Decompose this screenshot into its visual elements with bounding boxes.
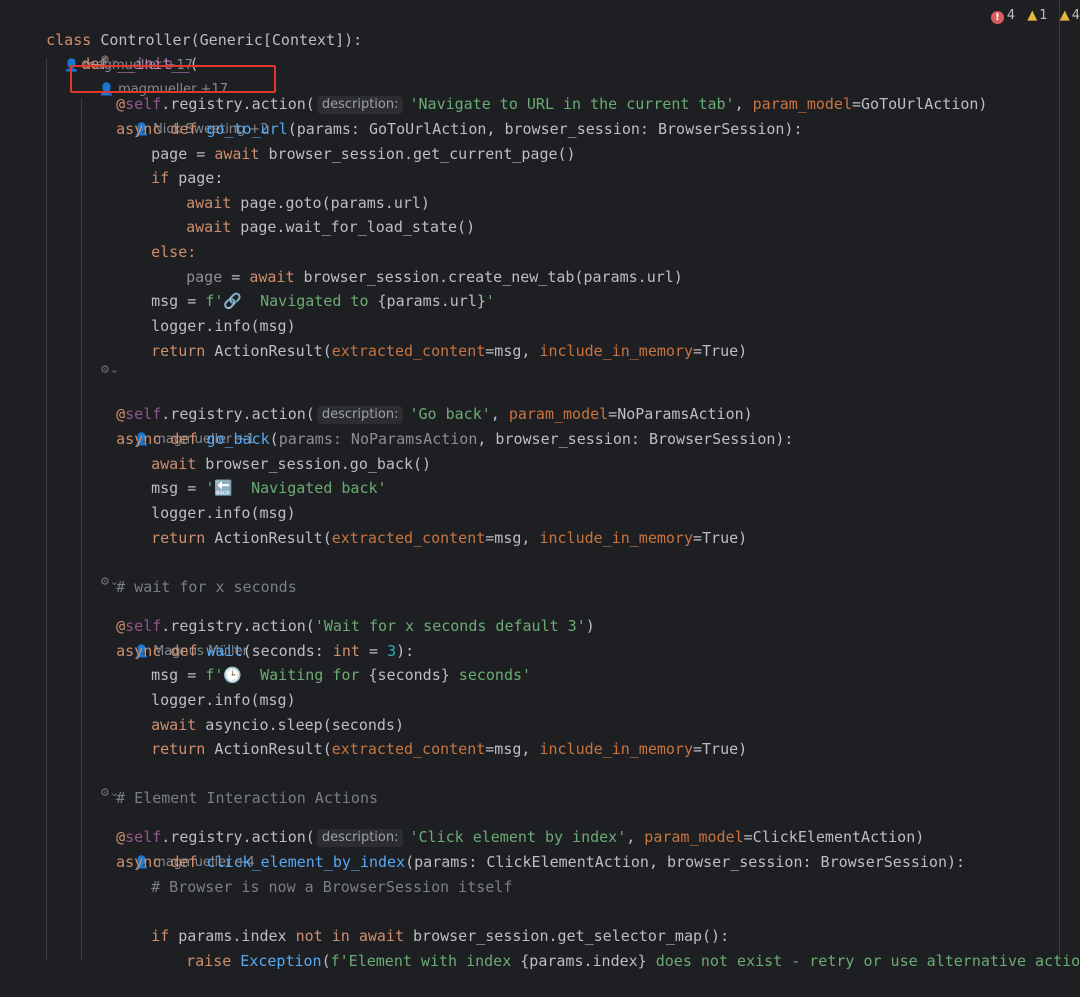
error-count[interactable]: ! 4 [990,6,1015,26]
code-comment[interactable]: # wait for x seconds [80,551,297,596]
code-comment[interactable]: # Element Interaction Actions [80,762,378,807]
code-line[interactable]: msg = f'🔗 Navigated to {params.url}' [115,265,495,310]
code-line[interactable]: await browser_session.go_back() [115,428,431,473]
code-line[interactable]: return ActionResult(extracted_content=ms… [115,713,747,758]
code-line-def[interactable]: async def go_back(params: NoParamsAction… [80,403,793,448]
code-line[interactable]: page = await browser_session.get_current… [115,118,575,163]
fold-toggle-icon[interactable]: ⚙⌄ [100,574,119,590]
code-line[interactable]: logger.info(msg) [115,477,296,522]
error-icon: ! [990,11,1004,24]
inspection-status[interactable]: ! 4 ▲ 1 ▲ 4 [983,6,1080,26]
code-line[interactable]: msg = '🔙 Navigated back' [115,452,386,497]
code-line-decorator[interactable]: @self.registry.action(description: 'Go ba… [80,378,753,447]
code-line[interactable]: raise Exception(f'Element with index {pa… [150,925,1080,970]
code-line[interactable]: return ActionResult(extracted_content=ms… [115,315,747,360]
code-line[interactable]: if params.index not in await browser_ses… [115,900,729,945]
fold-toggle-icon[interactable]: ⚙⌄ [100,362,119,378]
code-line[interactable]: await page.wait_for_load_state() [150,191,475,236]
code-line[interactable]: await asyncio.sleep(seconds) [115,689,404,734]
code-line-init[interactable]: def __init__( 👤 magmueller +17 [45,28,228,97]
code-line-class[interactable]: class Controller(Generic[Context]): 👤 mag… [10,4,362,73]
fold-toggle-icon[interactable]: ⚙⌄ [100,785,119,801]
code-line-def[interactable]: async def click_element_by_index(params:… [80,826,965,871]
highlight-annotation-box [70,65,276,93]
right-margin-guide [1059,0,1060,961]
code-comment[interactable]: # Browser is now a BrowserSession itself [115,851,512,896]
code-line[interactable]: return ActionResult(extracted_content=ms… [115,502,747,547]
indent-guide [46,58,47,961]
code-line[interactable]: else: [115,216,196,261]
code-line-decorator[interactable]: @self.registry.action(description: 'Click… [80,801,924,870]
warning-count[interactable]: ▲ 1 [1027,6,1047,26]
code-line[interactable]: page = await browser_session.create_new_… [150,241,683,286]
code-line[interactable]: logger.info(msg) [115,664,296,709]
code-line[interactable]: await page.goto(params.url) [150,167,430,212]
code-line[interactable]: msg = f'🕒 Waiting for {seconds} seconds' [115,639,531,684]
code-line-def[interactable]: async def wait(seconds: int = 3): [80,615,414,660]
code-line[interactable]: if page: [115,142,223,187]
code-line-def[interactable]: async def go_to_url(params: GoToUrlActio… [80,93,802,138]
warning-icon: ▲ [1027,8,1038,23]
weak-warning-count[interactable]: ▲ 4 [1060,6,1080,26]
code-line[interactable]: logger.info(msg) [115,290,296,335]
code-line-decorator[interactable]: @self.registry.action('Wait for x second… [80,590,595,659]
weak-warning-icon: ▲ [1059,8,1070,23]
code-editor[interactable]: ! 4 ▲ 1 ▲ 4 class Controller(Generic[Contex… [0,0,1080,970]
